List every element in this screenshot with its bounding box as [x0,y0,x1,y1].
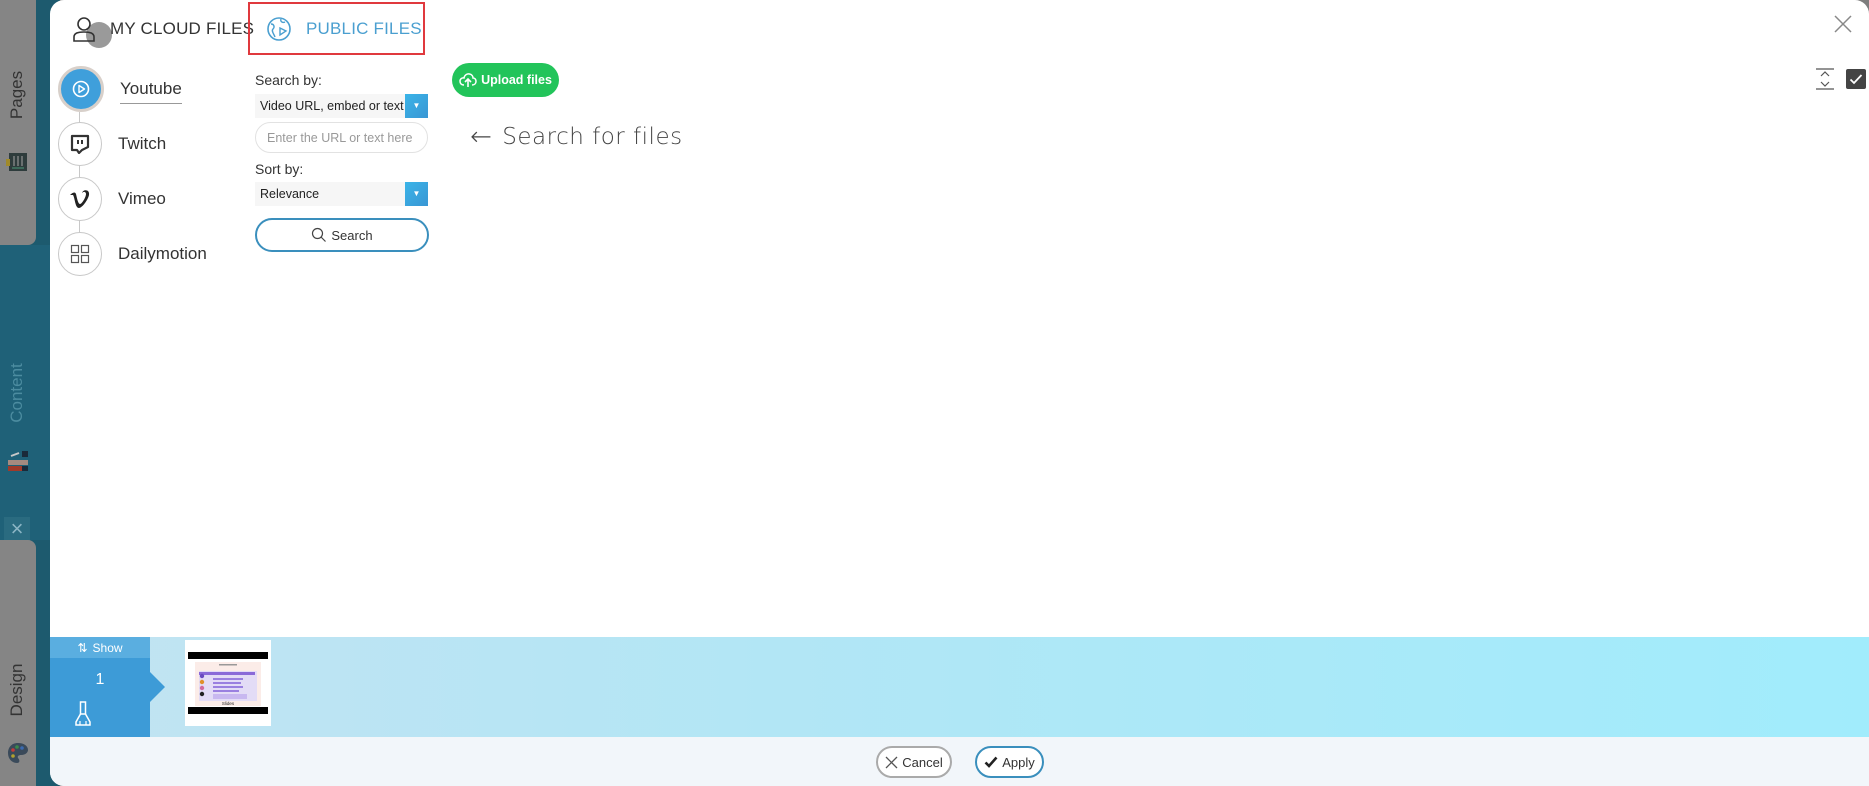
tab-my-cloud-files-label: MY CLOUD FILES [110,18,255,38]
globe-icon [267,16,291,41]
search-hint: ← Search for files [470,122,683,152]
sort-by-label: Sort by: [255,161,304,177]
check-icon [984,756,998,768]
platform-youtube-label: Youtube [120,79,182,104]
search-by-label: Search by: [255,72,322,88]
platform-vimeo[interactable]: Vimeo [58,177,166,221]
search-hint-text: Search for files [502,124,683,150]
show-toggle-button[interactable]: ⇅ Show [50,637,150,658]
cancel-label: Cancel [902,754,943,770]
slide-number: 1 [95,671,105,688]
palette-icon [8,743,28,763]
search-by-value: Video URL, embed or text [260,99,404,113]
sidebar-tab-pages[interactable]: Pages [0,0,36,245]
arrow-left-icon: ← [470,122,493,152]
platform-twitch-label: Twitch [118,134,167,153]
platform-dailymotion-label: Dailymotion [118,244,207,263]
chevron-down-icon: ▼ [405,94,428,118]
modal-footer: Cancel Apply [50,737,1869,786]
apply-button[interactable]: Apply [975,746,1044,778]
file-picker-modal: MY CLOUD FILES PUBLIC FILES Youtube Twit… [50,0,1869,786]
show-label: Show [92,640,123,655]
sidebar-tab-content-label: Content [7,363,26,423]
tab-my-cloud-files[interactable]: MY CLOUD FILES [72,2,254,55]
search-button[interactable]: Search [255,218,429,252]
sidebar-tab-pages-label: Pages [7,70,26,120]
sort-by-select[interactable]: Relevance ▼ [255,182,428,206]
grid-icon [70,244,90,264]
slide-strip: ⇅ Show 1 Slides [50,637,1869,737]
tab-public-files-label: PUBLIC FILES [306,18,422,38]
close-icon [885,756,898,768]
pages-icon [6,153,27,171]
platform-twitch[interactable]: Twitch [58,122,166,166]
search-input[interactable] [255,122,428,153]
twitch-icon [70,134,90,154]
search-icon [312,227,327,242]
platform-dailymotion[interactable]: Dailymotion [58,232,207,276]
upload-files-button[interactable]: Upload files [452,63,559,97]
user-icon [73,16,95,42]
chevron-down-icon: ▼ [405,182,428,206]
slide-thumbnail[interactable]: Slides [185,640,271,726]
vimeo-icon [70,190,90,208]
sidebar-tab-design-label: Design [7,663,26,717]
close-modal-icon[interactable] [1832,13,1854,35]
close-icon[interactable]: × [4,517,30,541]
search-button-label: Search [331,227,373,243]
expand-collapse-icon[interactable] [1816,68,1834,90]
youtube-play-icon [72,80,90,98]
cloud-upload-icon [459,73,477,87]
current-slide-pointer [150,672,165,702]
broom-icon[interactable] [74,701,92,727]
platform-vimeo-label: Vimeo [118,189,166,208]
thumbnail-caption: Slides [222,701,235,706]
check-icon [1849,74,1863,85]
tab-public-files[interactable]: PUBLIC FILES [248,2,425,55]
select-all-checkbox[interactable] [1846,69,1866,89]
apply-label: Apply [1002,754,1035,770]
slide-controls: ⇅ Show 1 [50,637,150,737]
sort-arrows-icon: ⇅ [77,640,88,655]
sidebar-tab-content[interactable]: × Content [0,245,50,541]
search-by-select[interactable]: Video URL, embed or text ▼ [255,94,428,118]
upload-files-label: Upload files [481,73,552,87]
sidebar-tab-design[interactable]: Design [0,540,36,786]
content-icon [8,451,28,471]
platform-youtube[interactable]: Youtube [58,66,182,112]
sort-by-value: Relevance [260,187,320,201]
cancel-button[interactable]: Cancel [876,746,952,778]
